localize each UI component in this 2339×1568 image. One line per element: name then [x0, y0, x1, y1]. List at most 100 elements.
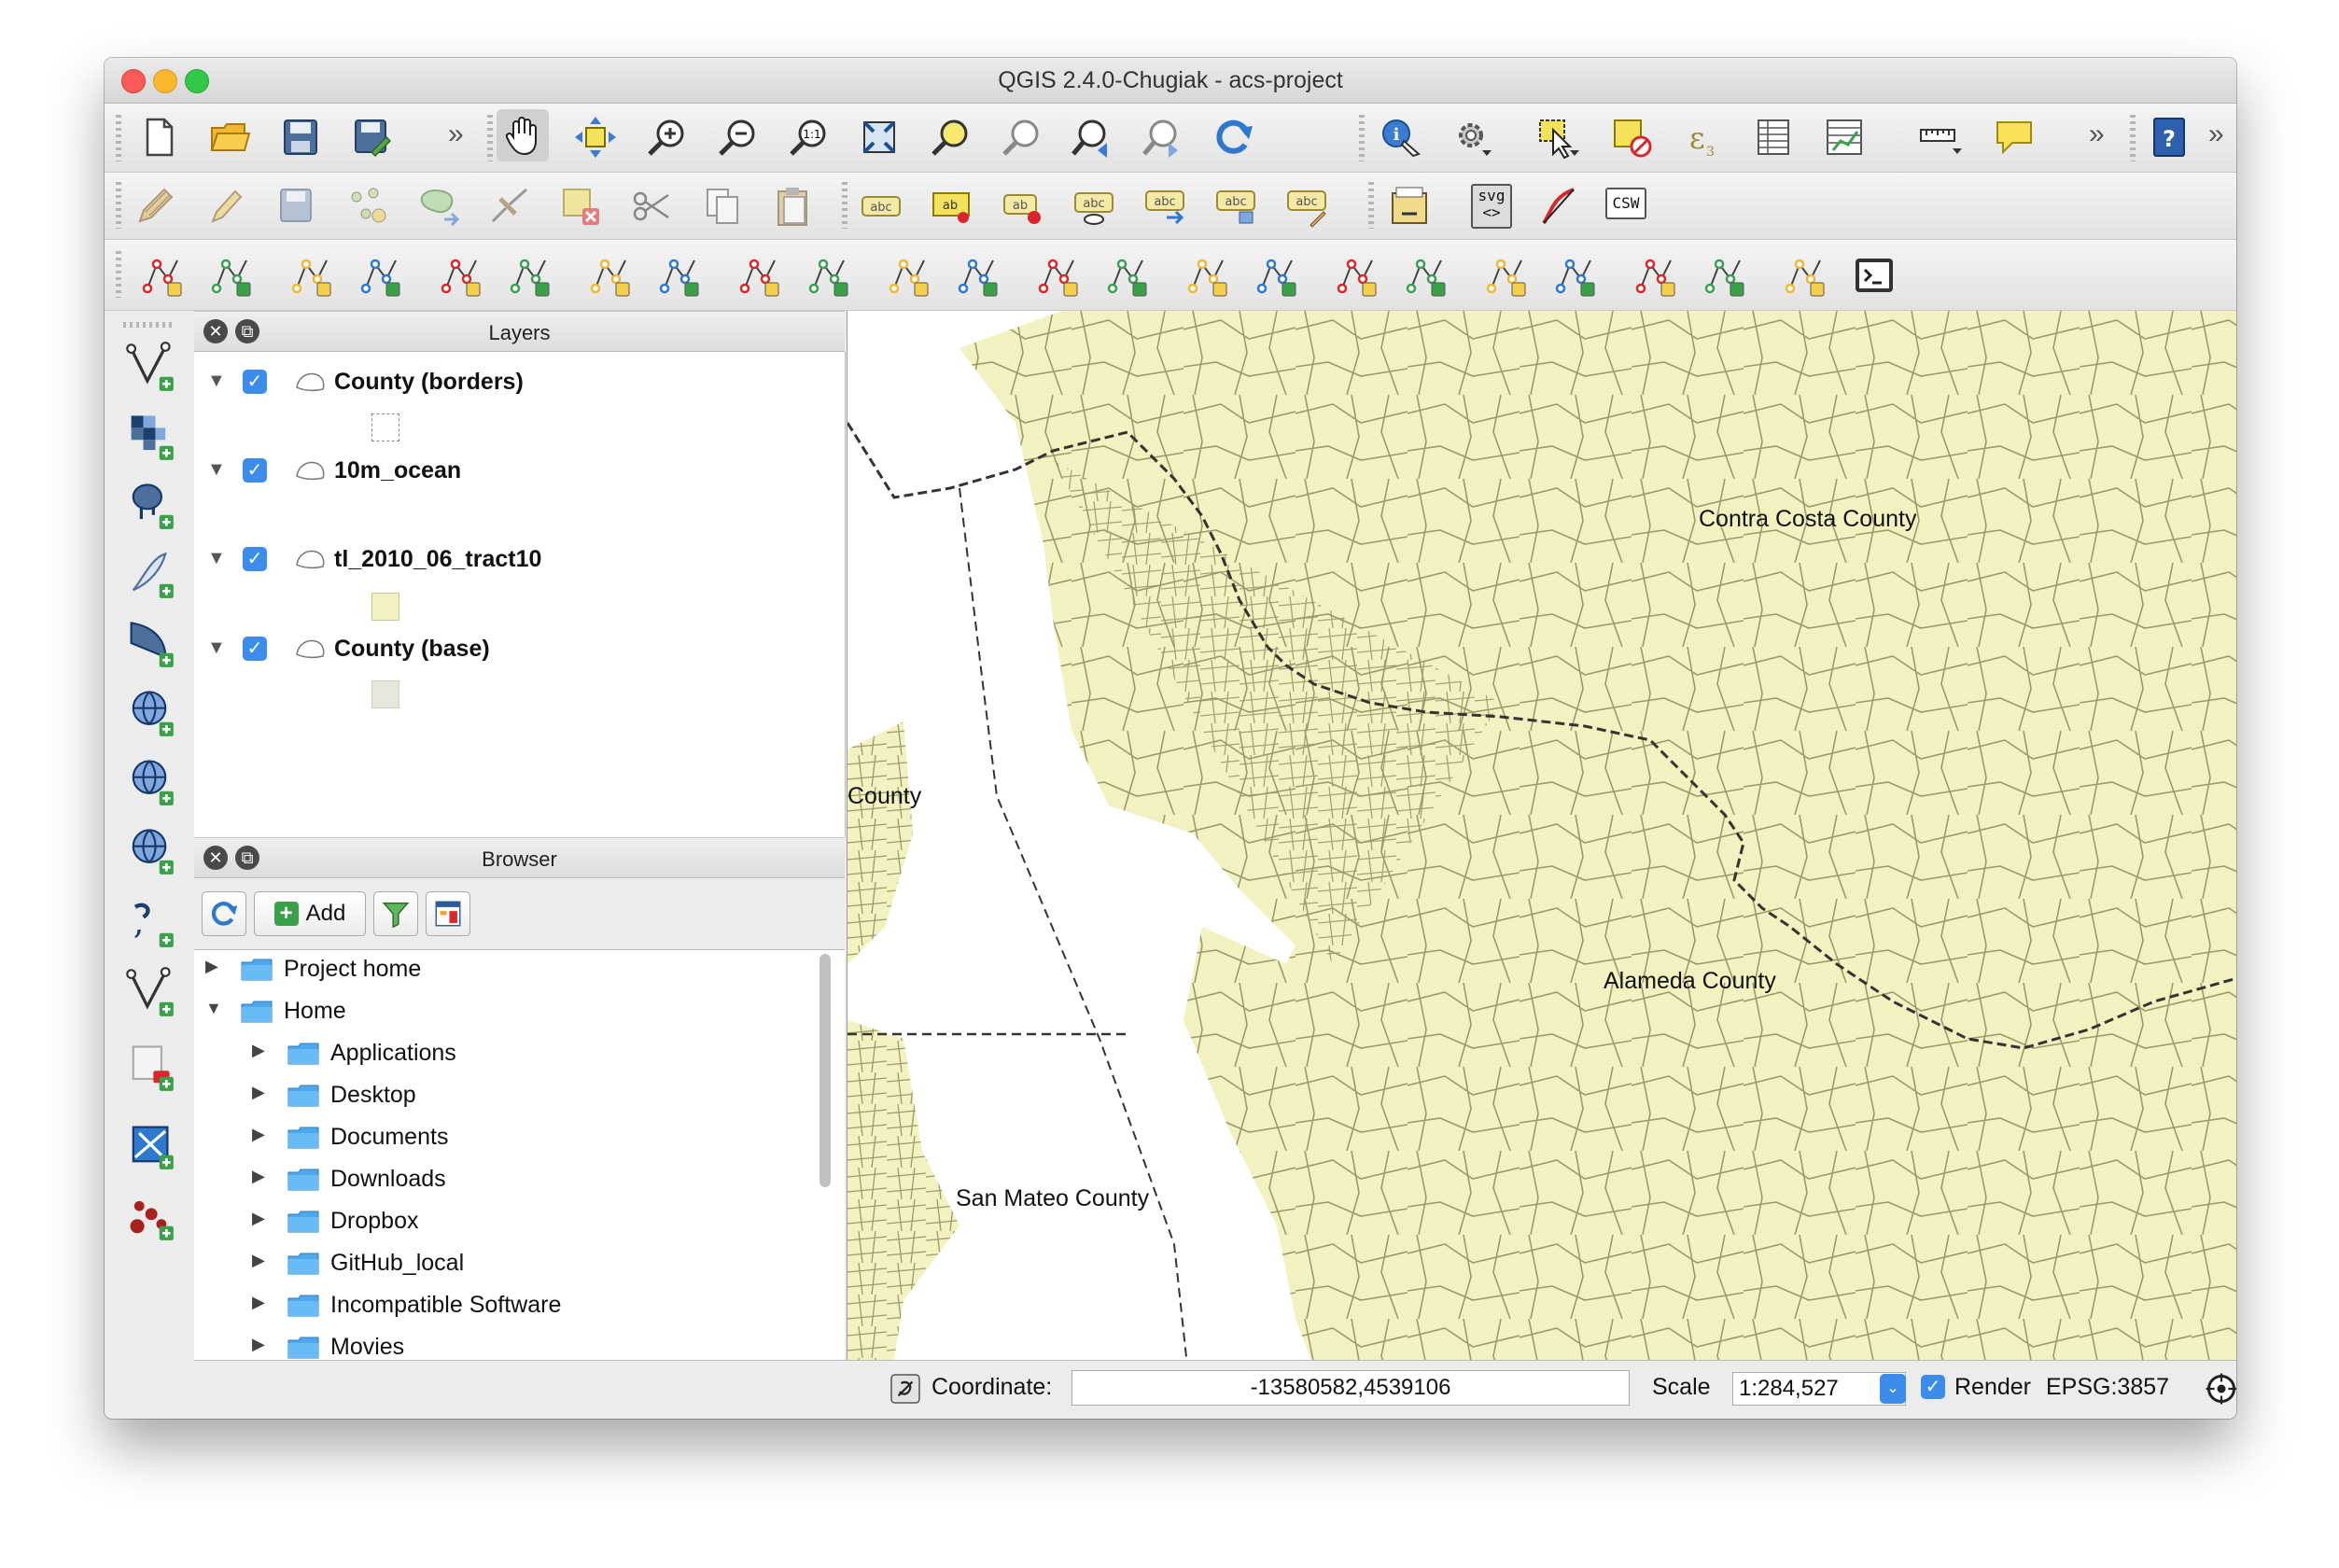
- layer-item[interactable]: ▼ ✓ tl_2010_06_tract10: [194, 540, 845, 578]
- remove-layer-icon[interactable]: [119, 1037, 179, 1097]
- digitize-19-icon[interactable]: [1480, 249, 1533, 301]
- tree-item[interactable]: ▶ Documents: [194, 1120, 845, 1154]
- layer-visibility-checkbox[interactable]: ✓: [243, 637, 267, 661]
- collapse-arrow-icon[interactable]: ▼: [207, 548, 226, 569]
- collapse-arrow-icon[interactable]: ▼: [207, 459, 226, 481]
- zoom-last-icon[interactable]: [1066, 111, 1118, 163]
- digitize-9-icon[interactable]: [734, 249, 786, 301]
- label-highlight-icon[interactable]: ab: [997, 180, 1049, 232]
- new-project-icon[interactable]: [133, 111, 185, 163]
- browser-scrollbar[interactable]: [819, 954, 831, 1187]
- add-wcs-layer-icon[interactable]: [119, 751, 179, 811]
- toolbar-grip[interactable]: [1368, 182, 1374, 229]
- deselect-icon[interactable]: [1605, 111, 1658, 163]
- digitize-15-icon[interactable]: [1182, 249, 1234, 301]
- expanded-arrow-icon[interactable]: ▼: [205, 999, 222, 1018]
- new-shapefile-icon[interactable]: [119, 962, 179, 1022]
- tree-item[interactable]: ▶ Movies: [194, 1330, 845, 1364]
- layer-visibility-checkbox[interactable]: ✓: [243, 370, 267, 394]
- digitize-12-icon[interactable]: [952, 249, 1004, 301]
- cut-icon[interactable]: [625, 180, 678, 232]
- label-change-icon[interactable]: abc: [1281, 180, 1333, 232]
- digitize-11-icon[interactable]: [883, 249, 935, 301]
- collapse-arrow-icon[interactable]: ▼: [207, 371, 226, 392]
- digitize-20-icon[interactable]: [1549, 249, 1602, 301]
- add-raster-layer-icon[interactable]: [119, 406, 179, 466]
- open-project-icon[interactable]: [203, 111, 256, 163]
- collapsed-arrow-icon[interactable]: ▶: [252, 1251, 265, 1270]
- coordinate-toggle-icon[interactable]: [889, 1372, 922, 1406]
- measure-icon[interactable]: [1915, 111, 1968, 163]
- browser-refresh-button[interactable]: [202, 891, 246, 936]
- collapsed-arrow-icon[interactable]: ▶: [252, 1167, 265, 1186]
- svg-icon[interactable]: svg <>: [1471, 184, 1512, 229]
- toolbar-grip[interactable]: [116, 182, 121, 229]
- tree-item[interactable]: ▶ Applications: [194, 1036, 845, 1070]
- pencil-icon[interactable]: [200, 180, 252, 232]
- browser-filter-button[interactable]: [373, 891, 418, 936]
- crs-status-button[interactable]: EPSG:3857: [2046, 1374, 2169, 1401]
- digitize-10-icon[interactable]: [803, 249, 855, 301]
- pan-to-selection-icon[interactable]: [569, 111, 622, 163]
- tree-item[interactable]: ▶ GitHub_local: [194, 1246, 845, 1280]
- map-canvas[interactable]: Contra Costa County County Alameda Count…: [847, 311, 2236, 1418]
- tree-item[interactable]: ▶ Incompatible Software: [194, 1288, 845, 1322]
- add-vector-layer-icon[interactable]: [119, 337, 179, 397]
- chevron-down-icon[interactable]: ⌄: [1880, 1374, 1906, 1404]
- help-icon[interactable]: ?: [2143, 111, 2195, 163]
- layer-item[interactable]: ▼ ✓ County (borders): [194, 363, 845, 400]
- tree-item[interactable]: ▼ Home: [194, 994, 845, 1028]
- collapsed-arrow-icon[interactable]: ▶: [205, 957, 218, 976]
- csw-icon[interactable]: CSW: [1605, 188, 1646, 219]
- layer-item[interactable]: ▼ ✓ 10m_ocean: [194, 452, 845, 489]
- toggle-editing-icon[interactable]: [129, 180, 181, 232]
- toolbar-grip[interactable]: [1359, 115, 1365, 161]
- zoom-full-icon[interactable]: [853, 111, 905, 163]
- add-wms-layer-icon[interactable]: [119, 682, 179, 742]
- coordinate-field[interactable]: -13580582,4539106: [1071, 1370, 1630, 1406]
- zoom-actual-icon[interactable]: 1:1: [782, 111, 834, 163]
- python-console-icon[interactable]: [1848, 249, 1900, 301]
- add-postgis-layer-icon[interactable]: [119, 475, 179, 535]
- zoom-to-layer-icon[interactable]: [995, 111, 1047, 163]
- digitize-21-icon[interactable]: [1630, 249, 1682, 301]
- label-show-icon[interactable]: abc: [1068, 180, 1120, 232]
- zoom-in-icon[interactable]: [640, 111, 693, 163]
- map-tips-icon[interactable]: [1988, 111, 2040, 163]
- select-features-icon[interactable]: [1533, 111, 1585, 163]
- collapsed-arrow-icon[interactable]: ▶: [252, 1125, 265, 1144]
- qgis-cloud-icon[interactable]: [119, 1115, 179, 1175]
- attribute-table-icon[interactable]: [1747, 111, 1800, 163]
- zoom-out-icon[interactable]: [711, 111, 763, 163]
- add-points-icon[interactable]: [119, 1186, 179, 1246]
- refresh-icon[interactable]: [1208, 111, 1260, 163]
- digitize-7-icon[interactable]: [584, 249, 637, 301]
- digitize-5-icon[interactable]: [435, 249, 487, 301]
- digitize-17-icon[interactable]: [1331, 249, 1383, 301]
- collapsed-arrow-icon[interactable]: ▶: [252, 1335, 265, 1354]
- layer-visibility-checkbox[interactable]: ✓: [243, 547, 267, 571]
- zoom-next-icon[interactable]: [1137, 111, 1189, 163]
- save-project-icon[interactable]: [274, 111, 327, 163]
- composer-icon[interactable]: [1383, 180, 1436, 232]
- add-wfs-layer-icon[interactable]: [119, 820, 179, 880]
- add-feature-icon[interactable]: [342, 180, 394, 232]
- digitize-8-icon[interactable]: [653, 249, 706, 301]
- run-action-icon[interactable]: [1447, 111, 1499, 163]
- field-calculator-icon[interactable]: ε3: [1676, 111, 1729, 163]
- toolbar-grip[interactable]: [2130, 115, 2136, 161]
- digitize-13-icon[interactable]: [1032, 249, 1085, 301]
- label-move-icon[interactable]: abc: [1139, 180, 1191, 232]
- tree-item[interactable]: ▶ Dropbox: [194, 1204, 845, 1238]
- collapse-arrow-icon[interactable]: ▼: [207, 637, 226, 659]
- digitize-6-icon[interactable]: [504, 249, 556, 301]
- identify-icon[interactable]: i: [1374, 111, 1426, 163]
- digitize-22-icon[interactable]: [1699, 249, 1751, 301]
- digitize-1-icon[interactable]: [136, 249, 189, 301]
- save-edits-icon[interactable]: [271, 180, 323, 232]
- more-chevron-icon[interactable]: »: [2208, 119, 2224, 150]
- render-checkbox[interactable]: ✓: [1921, 1375, 1945, 1399]
- move-feature-icon[interactable]: [413, 180, 465, 232]
- digitize-3-icon[interactable]: [286, 249, 338, 301]
- layer-visibility-checkbox[interactable]: ✓: [243, 458, 267, 483]
